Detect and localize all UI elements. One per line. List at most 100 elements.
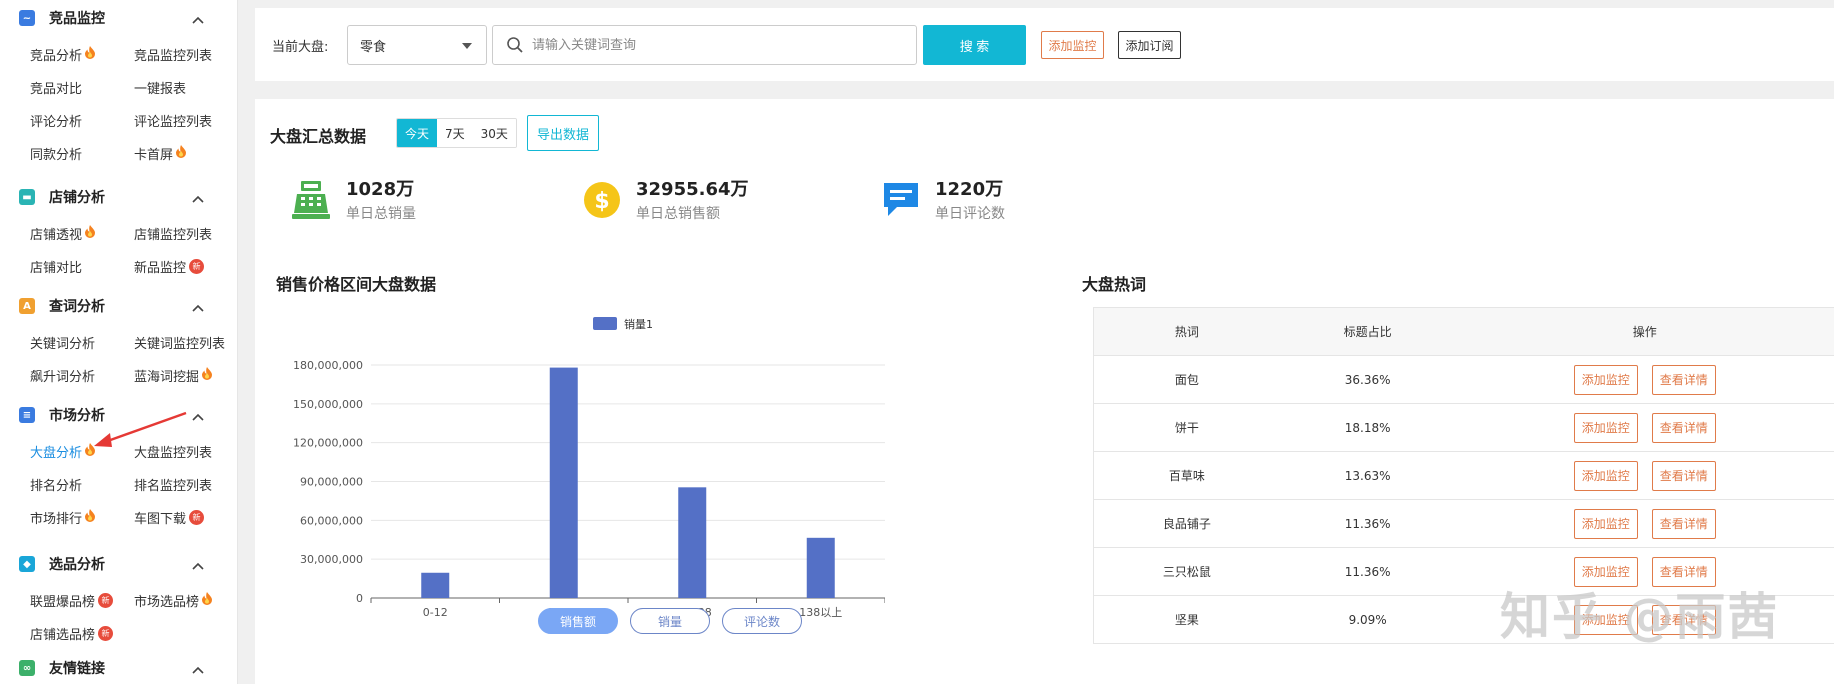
stat-text: 1028万 单日总销量	[346, 179, 416, 223]
row-add-monitor-button[interactable]: 添加监控	[1573, 460, 1638, 491]
table-row: 百草味 13.63% 添加监控 查看详情	[1094, 452, 1834, 500]
sidebar-section-title: 选品分析	[49, 557, 105, 573]
sidebar-item[interactable]: 车图下载新	[134, 507, 205, 527]
action-cell: 添加监控 查看详情	[1456, 460, 1834, 491]
market-select[interactable]: 零食	[347, 25, 487, 65]
hot-word-cell: 良品铺子	[1162, 517, 1211, 531]
action-cell: 添加监控 查看详情	[1456, 412, 1834, 443]
cash-register-icon	[292, 179, 332, 221]
sidebar-item-label: 排名监控列表	[134, 478, 213, 494]
sidebar-item[interactable]: 店铺监控列表	[134, 223, 212, 243]
row-add-monitor-button[interactable]: 添加监控	[1573, 412, 1638, 443]
chart-metric-tab[interactable]: 评论数	[722, 608, 802, 634]
stat-value: 1220万	[935, 179, 1004, 200]
chevron-up-icon[interactable]	[192, 192, 204, 203]
add-monitor-button[interactable]: 添加监控	[1041, 31, 1104, 59]
dollar-coin-icon: $	[582, 179, 622, 221]
sidebar-item[interactable]: 评论监控列表	[134, 110, 212, 130]
search-button[interactable]: 搜 索	[923, 25, 1026, 65]
sidebar-section-2[interactable]: A 查词分析	[0, 291, 237, 321]
new-badge: 新	[189, 509, 205, 525]
chevron-up-icon[interactable]	[192, 13, 204, 24]
sidebar-item-label: 大盘分析	[30, 445, 83, 461]
stat-text: 32955.64万 单日总销售额	[636, 179, 749, 223]
sidebar-item-label: 同款分析	[30, 147, 83, 163]
sidebar-section-1[interactable]: ▬ 店铺分析	[0, 182, 237, 212]
row-add-monitor-button[interactable]: 添加监控	[1573, 508, 1638, 539]
sidebar-item-label: 竞品监控列表	[134, 48, 213, 64]
row-view-details-button[interactable]: 查看详情	[1651, 460, 1716, 491]
range-tab[interactable]: 今天	[397, 119, 438, 147]
chevron-up-icon[interactable]	[192, 559, 204, 570]
sidebar-item[interactable]: 店铺对比	[30, 256, 82, 276]
chevron-up-icon[interactable]	[192, 301, 204, 312]
sidebar-item[interactable]: 店铺选品榜新	[30, 623, 114, 643]
chevron-up-icon[interactable]	[192, 663, 204, 674]
y-tick-label: 30,000,000	[300, 553, 363, 566]
row-add-monitor-button[interactable]: 添加监控	[1573, 364, 1638, 395]
chart-metric-tab[interactable]: 销售额	[538, 608, 618, 634]
y-tick-label: 60,000,000	[300, 514, 363, 527]
sidebar-item[interactable]: 排名分析	[30, 474, 82, 494]
stat-label: 单日评论数	[935, 206, 1005, 222]
sidebar-section-4[interactable]: ◆ 选品分析	[0, 549, 237, 579]
sidebar-item[interactable]: 排名监控列表	[134, 474, 212, 494]
summary-title: 大盘汇总数据	[270, 127, 367, 146]
sidebar-item[interactable]: 竞品对比	[30, 77, 82, 97]
sidebar-item[interactable]: 店铺透视	[30, 223, 96, 243]
sidebar-item[interactable]: 卡首屏	[134, 143, 187, 163]
hot-word-cell: 坚果	[1174, 613, 1199, 627]
range-tab[interactable]: 30天	[472, 119, 516, 147]
hot-word-cell: 面包	[1174, 373, 1199, 387]
bar-12-47[interactable]	[549, 367, 578, 598]
bar-47-138[interactable]	[678, 487, 707, 598]
y-tick-label: 120,000,000	[293, 437, 363, 450]
row-view-details-button[interactable]: 查看详情	[1651, 412, 1716, 443]
bar-138以上[interactable]	[806, 537, 835, 598]
search-input[interactable]	[532, 37, 892, 53]
row-view-details-button[interactable]: 查看详情	[1651, 508, 1716, 539]
sidebar-item[interactable]: 关键词分析	[30, 332, 95, 352]
y-tick-label: 180,000,000	[293, 359, 363, 372]
sidebar-item[interactable]: 竞品分析	[30, 44, 96, 64]
sidebar-item[interactable]: 联盟爆品榜新	[30, 590, 114, 610]
sidebar-item-label: 店铺监控列表	[134, 227, 213, 243]
sidebar-item-label: 一键报表	[134, 81, 187, 97]
ratio-cell: 11.36%	[1344, 516, 1391, 531]
sidebar-item-label: 排名分析	[30, 478, 83, 494]
sidebar-item[interactable]: 飙升词分析	[30, 365, 95, 385]
range-tab[interactable]: 7天	[437, 119, 473, 147]
sidebar-item[interactable]: 评论分析	[30, 110, 82, 130]
action-cell: 添加监控 查看详情	[1456, 364, 1834, 395]
ratio-cell: 13.63%	[1344, 468, 1391, 483]
sidebar-item-label: 市场选品榜	[134, 594, 200, 610]
market-icon: ≡	[19, 407, 35, 423]
bar-0-12[interactable]	[421, 572, 450, 598]
chart-metric-tab[interactable]: 销量	[630, 608, 710, 634]
add-subscription-button[interactable]: 添加订阅	[1118, 31, 1181, 59]
price-range-chart-title: 销售价格区间大盘数据	[276, 275, 437, 294]
legend-swatch[interactable]	[593, 317, 617, 330]
sidebar-item[interactable]: 同款分析	[30, 143, 82, 163]
sidebar-section-0[interactable]: ~ 竞品监控	[0, 3, 237, 33]
sidebar-item[interactable]: 一键报表	[134, 77, 186, 97]
sidebar-item[interactable]: 关键词监控列表	[134, 332, 225, 352]
sidebar-item-label: 联盟爆品榜	[30, 594, 96, 610]
sidebar-item[interactable]: 竞品监控列表	[134, 44, 212, 64]
sidebar-section-5[interactable]: ∞ 友情链接	[0, 653, 237, 683]
stat-label: 单日总销售额	[636, 206, 720, 222]
hot-word-cell: 饼干	[1174, 421, 1199, 435]
sidebar-section-title: 竞品监控	[49, 11, 105, 27]
svg-text:$: $	[594, 189, 609, 214]
sidebar-item[interactable]: 蓝海词挖掘	[134, 365, 213, 385]
hot-fire-icon	[201, 591, 213, 605]
sidebar-item[interactable]: 市场排行	[30, 507, 96, 527]
export-data-button[interactable]: 导出数据	[527, 115, 599, 151]
row-view-details-button[interactable]: 查看详情	[1651, 364, 1716, 395]
sidebar-item[interactable]: 市场选品榜	[134, 590, 213, 610]
header-action: 操作	[1632, 325, 1657, 339]
sidebar-item[interactable]: 新品监控新	[134, 256, 205, 276]
sidebar-item-label: 竞品分析	[30, 48, 83, 64]
range-toggle-group: 今天 7天 30天	[396, 118, 517, 148]
search-panel: 当前大盘: 零食 搜 索 添加监控 添加订阅	[255, 8, 1834, 81]
